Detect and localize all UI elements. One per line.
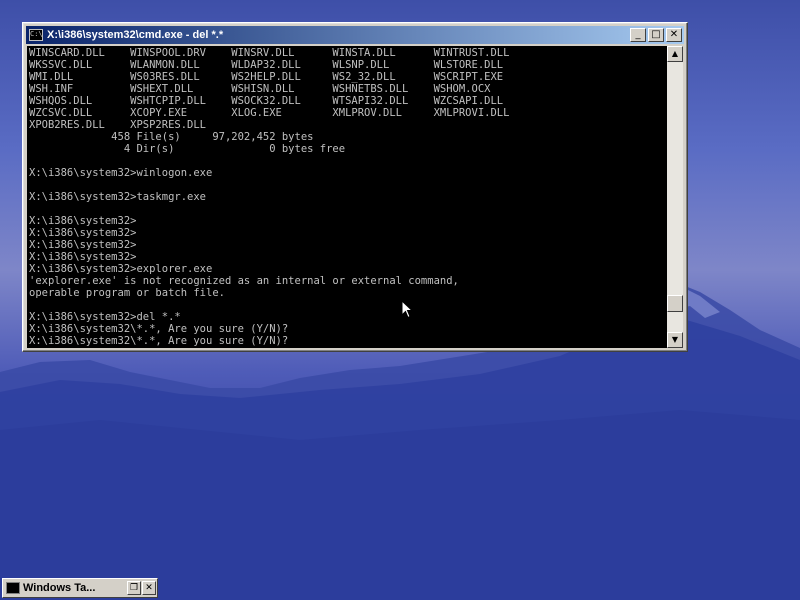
taskbar-button-label: Windows Ta...	[23, 582, 96, 594]
taskbar-close-button[interactable]: ✕	[142, 581, 156, 595]
console-output-area[interactable]: WINSCARD.DLL WINSPOOL.DRV WINSRV.DLL WIN…	[27, 46, 667, 348]
scroll-down-button[interactable]: ▼	[667, 332, 683, 348]
console-text: WINSCARD.DLL WINSPOOL.DRV WINSRV.DLL WIN…	[29, 47, 510, 347]
window-titlebar[interactable]: C:\ X:\i386\system32\cmd.exe - del *.* _…	[26, 26, 684, 44]
maximize-button[interactable]: □	[648, 28, 664, 42]
scroll-up-button[interactable]: ▲	[667, 46, 683, 62]
cmd-app-icon[interactable]: C:\	[29, 29, 43, 41]
window-title: X:\i386\system32\cmd.exe - del *.*	[47, 29, 224, 41]
window-app-icon	[6, 582, 20, 594]
taskbar-windows-task-button[interactable]: Windows Ta... ❐ ✕	[2, 578, 158, 598]
scroll-thumb[interactable]	[667, 295, 683, 312]
vertical-scrollbar[interactable]: ▲ ▼	[667, 46, 683, 348]
minimize-button[interactable]: _	[630, 28, 646, 42]
close-button[interactable]: ✕	[666, 28, 682, 42]
cmd-window[interactable]: C:\ X:\i386\system32\cmd.exe - del *.* _…	[22, 22, 688, 352]
restore-button[interactable]: ❐	[127, 581, 141, 595]
mouse-cursor-icon	[401, 300, 413, 319]
